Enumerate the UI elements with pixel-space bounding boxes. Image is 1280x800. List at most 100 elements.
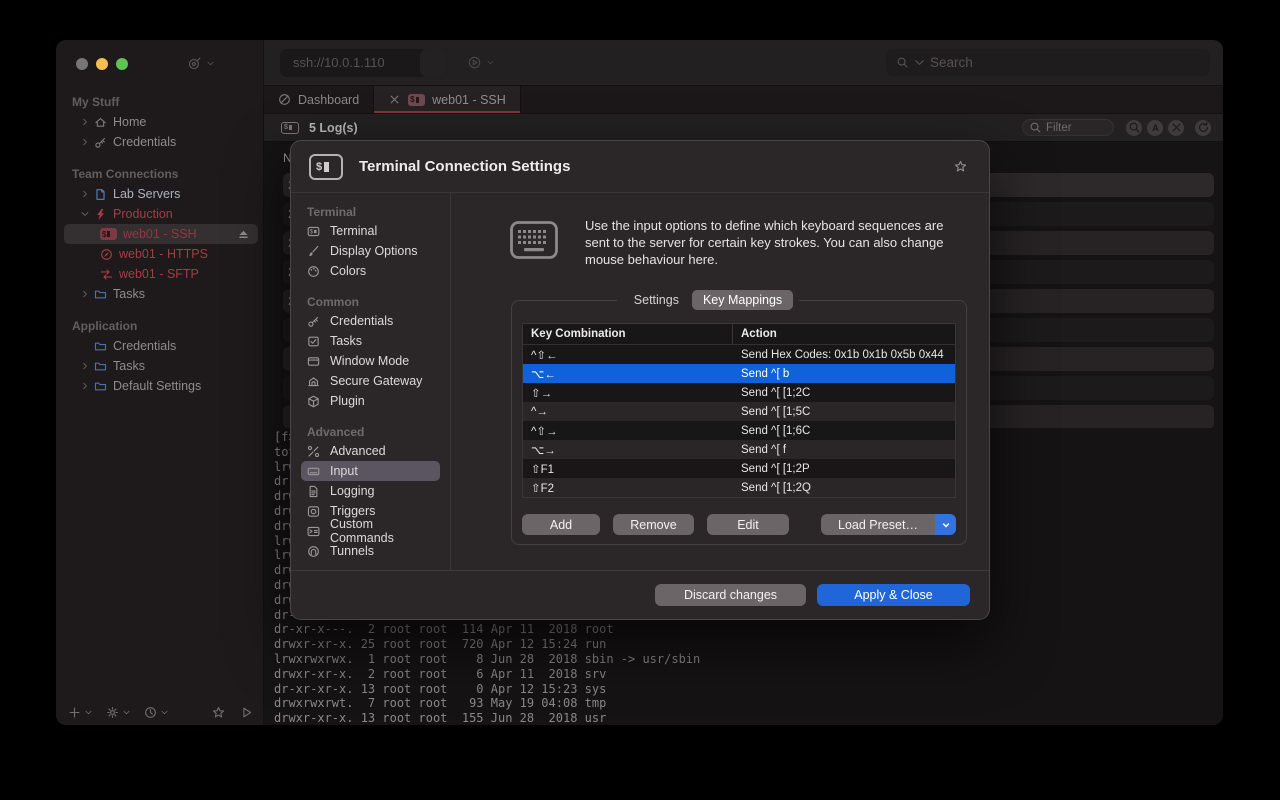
nav-item-logging[interactable]: Logging [301,481,440,501]
sidebar-item-web01-sftp[interactable]: web01 - SFTP [64,264,258,284]
apply-close-button[interactable]: Apply & Close [817,584,970,606]
tab-key-mappings[interactable]: Key Mappings [692,290,793,310]
key-mapping-row[interactable]: ⇧F1Send ^[ [1;2P [523,459,955,478]
nav-item-plugin[interactable]: Plugin [301,391,440,411]
action-cell: Send ^[ [1;2P [733,463,955,475]
connect-tool-button[interactable] [188,57,215,70]
folder-icon [94,360,113,373]
sidebar-item-production[interactable]: Production [64,204,258,224]
svg-text:A: A [1152,123,1159,133]
nav-item-label: Secure Gateway [330,374,422,388]
play-button[interactable] [240,706,253,719]
load-preset-button[interactable]: Load Preset… [821,514,956,535]
chevron-right-icon[interactable] [80,189,94,199]
chevron-down-icon[interactable] [420,49,446,77]
edit-button[interactable]: Edit [707,514,789,535]
sidebar-item-lab-servers[interactable]: Lab Servers [64,184,258,204]
sidebar-item-credentials[interactable]: Credentials [64,132,258,152]
key-mapping-row[interactable]: ⌥←Send ^[ b [523,364,955,383]
key-mapping-row[interactable]: ^⇧→Send ^[ [1;6C [523,421,955,440]
terminal-line: drwxr-xr-x. 25 root root 720 Apr 12 15:2… [274,637,1223,652]
settings-button[interactable] [106,706,131,719]
key-mapping-row[interactable]: ⇧F2Send ^[ [1;2Q [523,478,955,497]
section-header-application: Application [56,316,263,336]
connection-url-combobox[interactable]: ssh://10.0.1.110 [280,49,446,77]
chevron-right-icon[interactable] [80,381,94,391]
nav-item-input[interactable]: Input [301,461,440,481]
magnifier-icon [1128,121,1141,134]
tab-label: Dashboard [298,93,359,107]
add-connection-button[interactable] [68,706,93,719]
item-label: Credentials [113,135,176,149]
nav-section-terminal: Terminal [291,203,450,221]
nav-item-colors[interactable]: Colors [301,261,440,281]
close-window-button[interactable] [76,58,88,70]
key-mapping-row[interactable]: ⇧→Send ^[ [1;2C [523,383,955,402]
refresh-log-button[interactable] [1195,120,1211,136]
nav-item-custom-commands[interactable]: Custom Commands [301,521,440,541]
minimize-window-button[interactable] [96,58,108,70]
nav-item-advanced[interactable]: Advanced [301,441,440,461]
close-tab-icon[interactable] [388,93,401,106]
remove-button[interactable]: Remove [613,514,694,535]
chevron-down-icon[interactable] [935,514,956,535]
top-toolbar: ssh://10.0.1.110 [264,40,1223,86]
favorite-star-icon[interactable] [954,160,967,173]
filter-field[interactable] [1022,119,1114,136]
sidebar-item-default-settings[interactable]: Default Settings [64,376,258,396]
chevron-down-icon[interactable] [80,209,94,219]
add-button[interactable]: Add [522,514,600,535]
search-input[interactable] [930,55,1170,70]
key-mapping-row[interactable]: ^→Send ^[ [1;5C [523,402,955,421]
key-combination-cell: ^⇧← [523,348,733,362]
mapping-buttons: Add Remove Edit Load Preset… [522,514,956,535]
folder-icon [94,288,113,301]
log-toolbar-buttons: A [1126,120,1223,136]
terminal-line: drwxr-xr-x. 13 root root 155 Jun 28 2018… [274,711,1223,725]
filter-input[interactable] [1046,122,1106,134]
favorite-star-button[interactable] [212,706,225,719]
terminal-line: lrwxrwxrwx. 1 root root 8 Jun 28 2018 sb… [274,652,1223,667]
nav-item-window-mode[interactable]: Window Mode [301,351,440,371]
table-header-row: Key Combination Action [523,324,955,345]
nav-item-tasks[interactable]: Tasks [301,331,440,351]
terminal-icon: $ [408,94,425,106]
sidebar-item-web01-https[interactable]: web01 - HTTPS [64,244,258,264]
item-label: web01 - SSH [123,227,197,241]
sidebar-item-tasks[interactable]: Tasks [64,284,258,304]
key-mapping-row[interactable]: ^⇧←Send Hex Codes: 0x1b 0x1b 0x5b 0x44 [523,345,955,364]
font-size-button[interactable]: A [1147,120,1163,136]
chevron-right-icon[interactable] [80,289,94,299]
tab-dashboard[interactable]: Dashboard [264,86,373,113]
sidebar: My StuffHomeCredentialsTeam ConnectionsL… [56,40,264,725]
run-connection-button[interactable] [468,56,495,69]
discard-changes-button[interactable]: Discard changes [655,584,806,606]
chevron-right-icon[interactable] [80,137,94,147]
eject-icon[interactable] [237,228,250,241]
zoom-log-button[interactable] [1126,120,1142,136]
item-label: Default Settings [113,379,201,393]
wrench-icon [307,445,322,458]
nav-item-credentials[interactable]: Credentials [301,311,440,331]
zoom-window-button[interactable] [116,58,128,70]
sidebar-item-tasks[interactable]: Tasks [64,356,258,376]
sidebar-item-credentials[interactable]: Credentials [64,336,258,356]
sidebar-item-home[interactable]: Home [64,112,258,132]
key-mapping-row[interactable]: ⌥→Send ^[ f [523,440,955,459]
tab-settings[interactable]: Settings [623,290,690,310]
clear-log-button[interactable] [1168,120,1184,136]
tab-web01-ssh[interactable]: $ web01 - SSH [373,86,521,113]
chevron-right-icon[interactable] [80,117,94,127]
key-combination-cell: ⇧F1 [523,462,733,476]
nav-item-label: Display Options [330,244,418,258]
history-button[interactable] [144,706,169,719]
nav-item-label: Advanced [330,444,386,458]
chevron-right-icon[interactable] [80,361,94,371]
sidebar-item-web01-ssh[interactable]: $web01 - SSH [64,224,258,244]
search-field[interactable] [886,49,1210,76]
nav-item-label: Colors [330,264,366,278]
nav-item-secure-gateway[interactable]: Secure Gateway [301,371,440,391]
nav-item-display-options[interactable]: Display Options [301,241,440,261]
nav-item-terminal[interactable]: $Terminal [301,221,440,241]
key-combination-cell: ^→ [523,406,733,418]
